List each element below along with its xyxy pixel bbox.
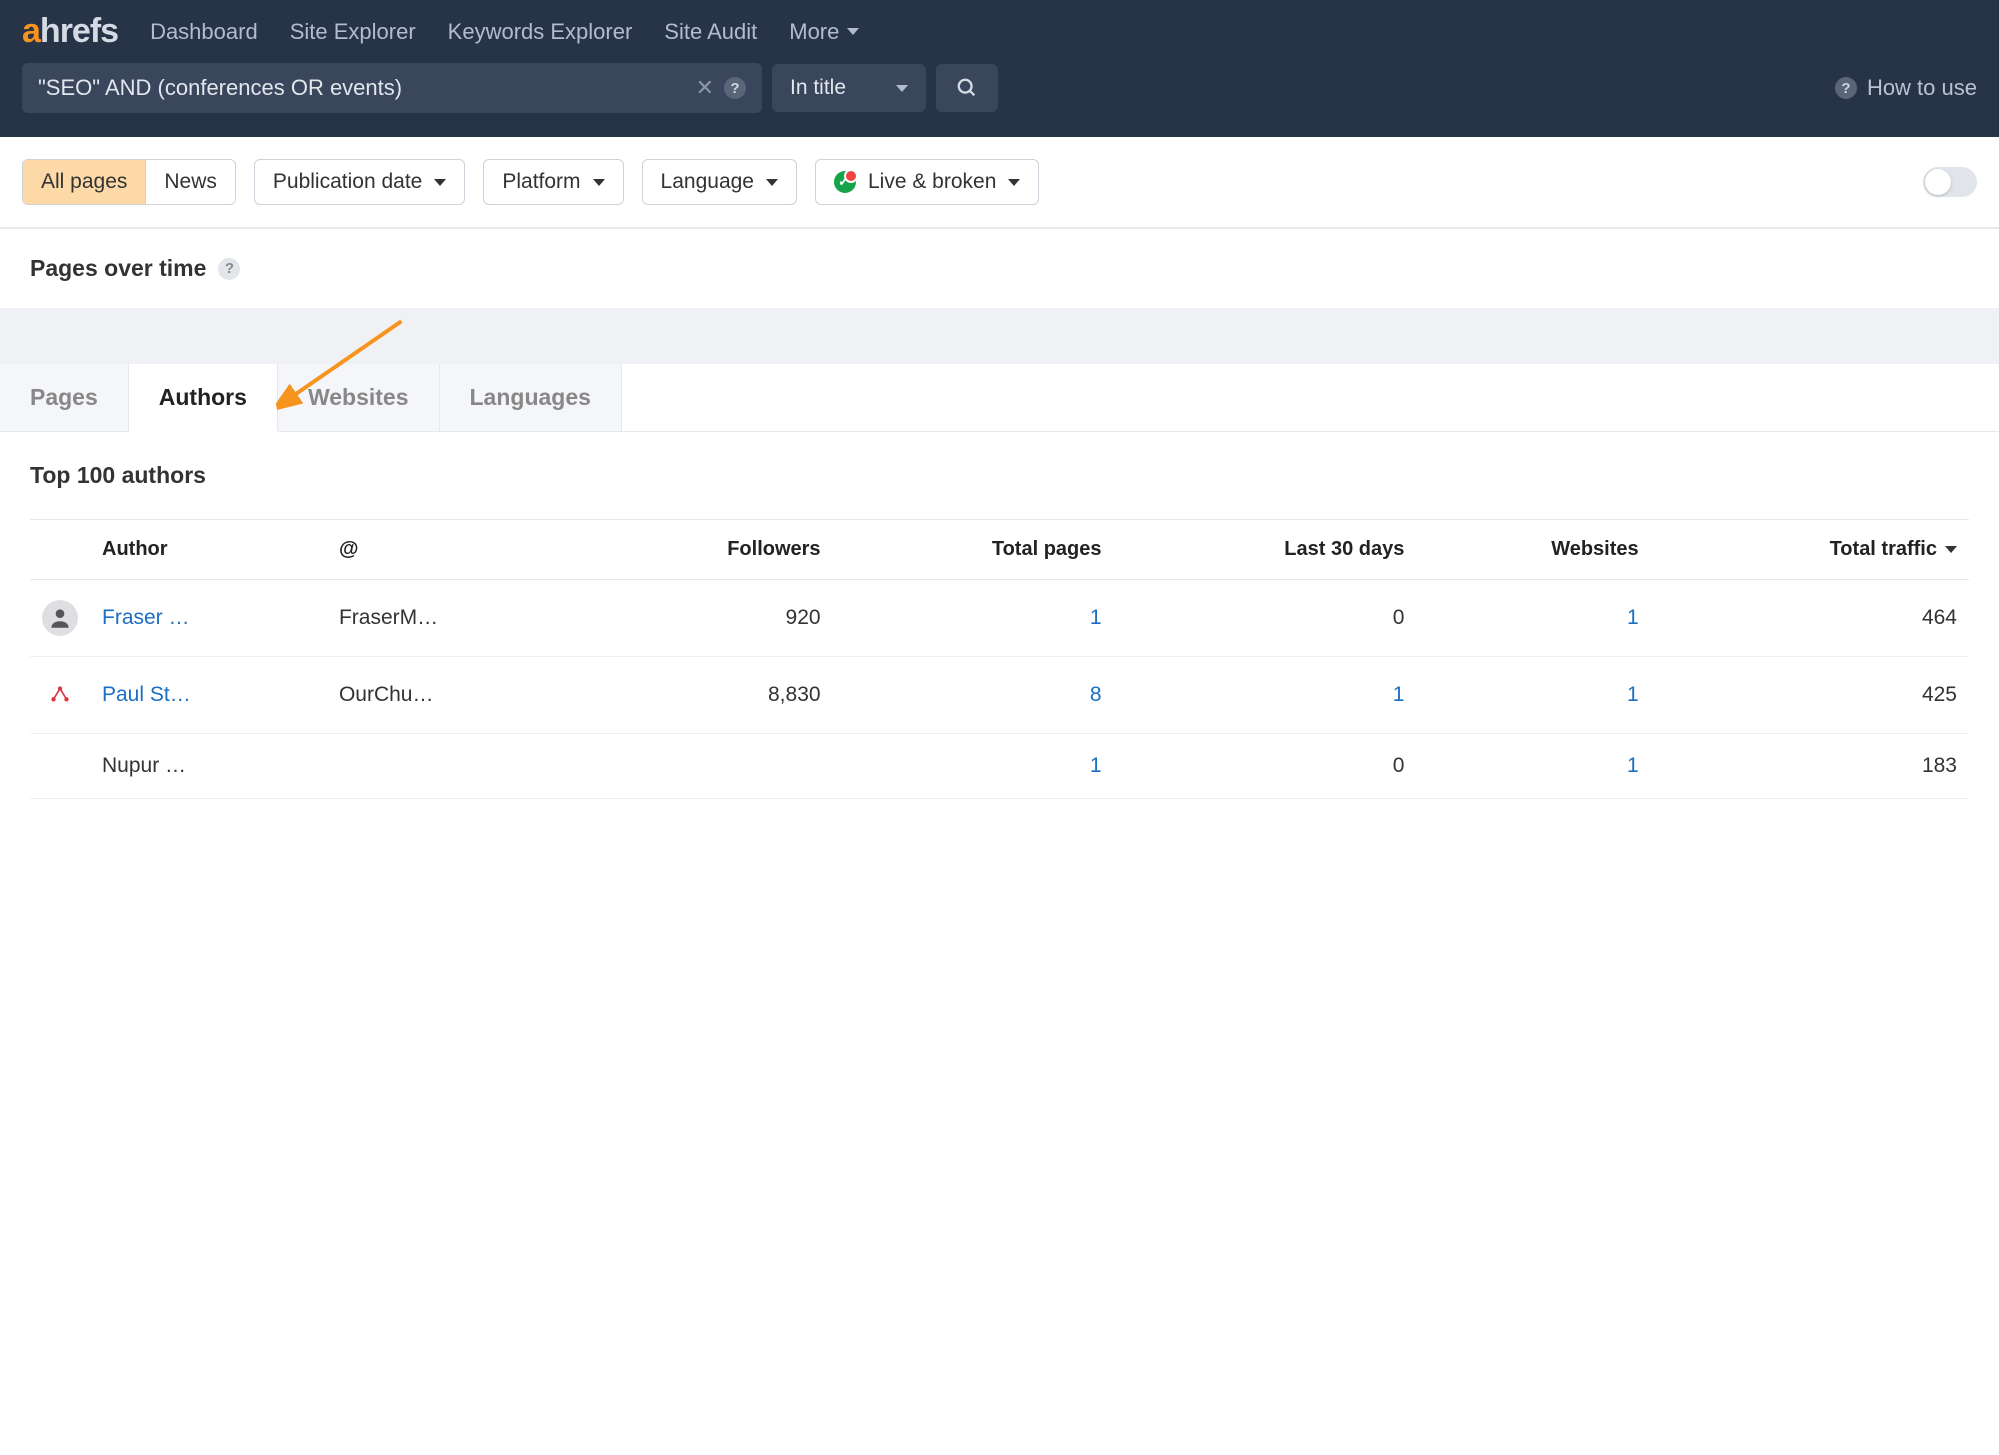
filter-all-pages[interactable]: All pages [23,160,145,204]
tab-pages[interactable]: Pages [0,364,129,431]
cell-websites: 1 [1416,657,1650,734]
authors-table: Author @ Followers Total pages Last 30 d… [30,519,1969,799]
cell-last30: 0 [1114,580,1417,657]
cell-websites: 1 [1416,734,1650,799]
table-row: Fraser …FraserM…920101464 [30,580,1969,657]
sort-desc-icon [1945,546,1957,553]
search-scope-select[interactable]: In title [772,64,926,112]
author-link: Nupur … [102,754,186,777]
cell-handle: OurChu… [327,657,586,734]
tab-authors[interactable]: Authors [129,364,278,432]
cell-pages: 1 [833,734,1114,799]
nav-site-audit[interactable]: Site Audit [664,19,757,45]
table-row: Nupur …101183 [30,734,1969,799]
pages-link[interactable]: 1 [1090,754,1102,777]
filter-language[interactable]: Language [642,159,797,205]
chevron-down-icon [1008,179,1020,186]
nav-more[interactable]: More [789,19,859,45]
cell-avatar [30,580,90,657]
col-handle[interactable]: @ [327,520,586,580]
avatar [42,600,78,636]
search-icon [956,77,978,99]
cell-handle: FraserM… [327,580,586,657]
nav-dashboard[interactable]: Dashboard [150,19,258,45]
websites-link[interactable]: 1 [1627,754,1639,777]
tab-languages[interactable]: Languages [440,364,622,431]
websites-link[interactable]: 1 [1627,683,1639,706]
cell-last30: 0 [1114,734,1417,799]
cell-followers: 8,830 [586,657,833,734]
chevron-down-icon [593,179,605,186]
avatar [42,677,78,713]
cell-author: Paul St… [90,657,327,734]
cell-author: Fraser … [90,580,327,657]
status-icon [834,171,856,193]
filter-label: Publication date [273,170,422,194]
cell-last30: 1 [1114,657,1417,734]
col-traffic-label: Total traffic [1830,538,1937,561]
col-last30[interactable]: Last 30 days [1114,520,1417,580]
search-scope-label: In title [790,76,846,100]
chevron-down-icon [896,85,908,92]
chevron-down-icon [847,28,859,35]
pages-over-time-title: Pages over time ? [30,255,1969,282]
help-icon[interactable]: ? [724,77,746,99]
cell-avatar [30,657,90,734]
cell-followers: 920 [586,580,833,657]
col-pages[interactable]: Total pages [833,520,1114,580]
col-followers[interactable]: Followers [586,520,833,580]
col-avatar [30,520,90,580]
cell-traffic: 425 [1651,657,1969,734]
nav-site-explorer[interactable]: Site Explorer [290,19,416,45]
how-to-use-label: How to use [1867,75,1977,101]
col-author[interactable]: Author [90,520,327,580]
nav-keywords-explorer[interactable]: Keywords Explorer [448,19,633,45]
cell-author: Nupur … [90,734,327,799]
pages-link[interactable]: 8 [1090,683,1102,706]
filter-platform[interactable]: Platform [483,159,623,205]
pot-label: Pages over time [30,255,206,282]
table-row: Paul St… OurChu…8,830 8 1 1 425 [30,657,1969,734]
section-title: Top 100 authors [30,462,1969,489]
nav-more-label: More [789,19,839,45]
how-to-use-link[interactable]: ? How to use [1835,75,1977,101]
cell-traffic: 183 [1651,734,1969,799]
help-icon: ? [1835,77,1857,99]
search-button[interactable] [936,64,998,112]
websites-link[interactable]: 1 [1627,606,1639,629]
filter-status[interactable]: Live & broken [815,159,1039,205]
filter-label: Live & broken [868,170,996,194]
ahrefs-logo[interactable]: ahrefs [22,12,118,51]
cell-traffic: 464 [1651,580,1969,657]
col-websites[interactable]: Websites [1416,520,1650,580]
pages-link[interactable]: 1 [1090,606,1102,629]
help-icon[interactable]: ? [218,258,240,280]
tabs: Pages Authors Websites Languages [0,364,1999,432]
cell-websites: 1 [1416,580,1650,657]
clear-icon[interactable]: ✕ [696,75,714,101]
toggle-switch[interactable] [1923,167,1977,197]
last30-link[interactable]: 1 [1393,683,1405,706]
cell-followers [586,734,833,799]
search-input-wrap: ✕ ? [22,63,762,113]
col-traffic[interactable]: Total traffic [1651,520,1969,580]
cell-avatar [30,734,90,799]
author-link[interactable]: Paul St… [102,683,191,706]
cell-pages: 1 [833,580,1114,657]
filter-label: Platform [502,170,580,194]
author-link[interactable]: Fraser … [102,606,190,629]
filter-publication-date[interactable]: Publication date [254,159,465,205]
chevron-down-icon [766,179,778,186]
cell-pages: 8 [833,657,1114,734]
filter-label: Language [661,170,754,194]
page-type-filter: All pages News [22,159,236,205]
cell-handle [327,734,586,799]
search-input[interactable] [38,75,686,101]
chevron-down-icon [434,179,446,186]
filter-news[interactable]: News [145,160,235,204]
